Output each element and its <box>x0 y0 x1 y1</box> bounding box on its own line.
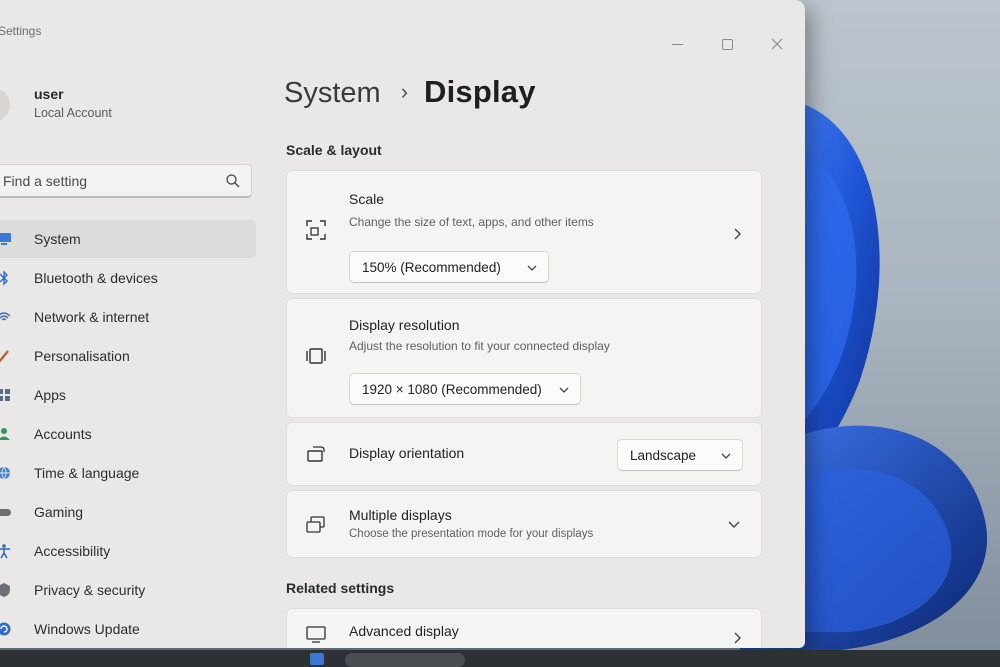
account-type: Local Account <box>34 106 112 120</box>
scale-title: Scale <box>349 191 385 207</box>
update-icon <box>0 622 11 636</box>
breadcrumb: System › Display <box>284 74 536 110</box>
main-content: System › Display Scale & layout Scale Ch… <box>280 44 780 648</box>
search-box <box>0 164 252 198</box>
account-name: user <box>34 86 64 102</box>
multiple-displays-title: Multiple displays <box>349 507 452 523</box>
sidebar-item-accessibility[interactable]: Accessibility <box>0 532 256 570</box>
sidebar-item-label: Windows Update <box>34 621 140 637</box>
start-button[interactable] <box>310 653 324 665</box>
chevron-down-icon <box>527 265 537 271</box>
sidebar-item-apps[interactable]: Apps <box>0 376 256 414</box>
chevron-down-icon <box>559 387 569 393</box>
globe-icon <box>0 466 10 480</box>
sidebar-item-personalisation[interactable]: Personalisation <box>0 337 256 375</box>
sidebar-item-label: Gaming <box>34 504 84 520</box>
sidebar-item-label: Time & language <box>34 465 140 481</box>
sidebar-item-bluetooth[interactable]: Bluetooth & devices <box>0 259 256 297</box>
display-resolution-card: Display resolution Adjust the resolution… <box>286 298 762 418</box>
chevron-down-icon[interactable] <box>727 519 741 531</box>
orientation-value: Landscape <box>630 448 697 463</box>
resolution-dropdown[interactable]: 1920 × 1080 (Recommended) <box>349 373 581 405</box>
scale-card[interactable]: Scale Change the size of text, apps, and… <box>286 170 762 294</box>
taskbar <box>0 650 1000 667</box>
sidebar-item-system[interactable]: System <box>0 220 256 258</box>
sidebar-item-label: Personalisation <box>34 348 130 364</box>
page-title: Display <box>424 74 536 109</box>
breadcrumb-parent[interactable]: System <box>284 77 381 110</box>
bluetooth-icon <box>0 270 8 286</box>
search-input[interactable] <box>0 165 211 197</box>
resolution-value: 1920 × 1080 (Recommended) <box>362 382 542 397</box>
display-orientation-card: Display orientation Landscape <box>286 422 762 486</box>
network-icon <box>0 312 11 321</box>
orientation-icon <box>307 446 325 462</box>
sidebar-item-label: Accounts <box>34 426 92 442</box>
chevron-down-icon <box>721 453 731 459</box>
advanced-display-title: Advanced display <box>349 623 459 639</box>
nav-list: System Bluetooth & devices Network & int… <box>0 220 256 648</box>
sidebar: user Local Account System Bluetooth & de… <box>0 44 260 648</box>
advanced-display-card[interactable]: Advanced display <box>286 608 762 648</box>
shield-icon <box>0 583 10 597</box>
taskbar-search[interactable] <box>345 653 465 667</box>
display-orientation-title: Display orientation <box>349 445 465 461</box>
chevron-right-icon <box>734 228 741 240</box>
sidebar-item-windows-update[interactable]: Windows Update <box>0 610 256 648</box>
accessibility-icon <box>0 544 10 559</box>
breadcrumb-separator: › <box>400 79 409 104</box>
display-resolution-description: Adjust the resolution to fit your connec… <box>349 339 610 353</box>
scale-value: 150% (Recommended) <box>362 260 501 275</box>
title-bar[interactable]: Settings <box>0 0 805 50</box>
scale-description: Change the size of text, apps, and other… <box>349 215 594 229</box>
sidebar-item-network[interactable]: Network & internet <box>0 298 256 336</box>
sidebar-item-privacy[interactable]: Privacy & security <box>0 571 256 609</box>
sidebar-item-accounts[interactable]: Accounts <box>0 415 256 453</box>
sidebar-item-label: System <box>34 231 81 247</box>
multiple-displays-description: Choose the presentation mode for your di… <box>349 528 594 540</box>
monitor-icon <box>306 626 326 643</box>
avatar[interactable] <box>0 88 10 122</box>
multiple-displays-card[interactable]: Multiple displays Choose the presentatio… <box>286 490 762 558</box>
sidebar-item-label: Accessibility <box>34 543 111 559</box>
sidebar-item-time-language[interactable]: Time & language <box>0 454 256 492</box>
display-resolution-title: Display resolution <box>349 317 460 333</box>
brush-icon <box>0 350 9 363</box>
search-icon[interactable] <box>225 173 241 189</box>
sidebar-item-label: Privacy & security <box>34 582 146 598</box>
settings-window: Settings user Local Account Sy <box>0 0 805 648</box>
orientation-dropdown[interactable]: Landscape <box>617 439 743 471</box>
chevron-right-icon <box>734 632 741 644</box>
resolution-icon <box>306 348 326 364</box>
gamepad-icon <box>0 509 11 516</box>
app-title: Settings <box>0 24 42 38</box>
sidebar-item-label: Apps <box>34 387 66 403</box>
multiple-displays-icon <box>306 516 325 533</box>
sidebar-item-gaming[interactable]: Gaming <box>0 493 256 531</box>
sidebar-item-label: Bluetooth & devices <box>34 270 158 286</box>
scale-icon <box>306 220 326 240</box>
scale-dropdown[interactable]: 150% (Recommended) <box>349 251 549 283</box>
monitor-icon <box>0 233 11 245</box>
apps-icon <box>0 389 10 401</box>
sidebar-item-label: Network & internet <box>34 309 150 325</box>
section-title-related-settings: Related settings <box>286 580 395 596</box>
section-title-scale-layout: Scale & layout <box>286 142 382 158</box>
accounts-icon <box>0 428 10 440</box>
